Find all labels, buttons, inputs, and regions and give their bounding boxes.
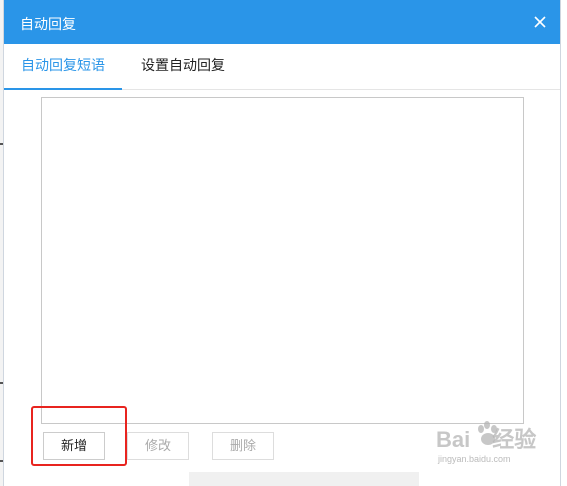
close-icon: [534, 16, 546, 28]
dialog-title: 自动回复: [20, 17, 76, 33]
edit-button[interactable]: 修改: [127, 432, 189, 460]
phrase-list[interactable]: [41, 97, 524, 424]
tab-set-auto-reply[interactable]: 设置自动回复: [128, 44, 238, 88]
new-button[interactable]: 新增: [43, 432, 105, 460]
tab-auto-reply-phrases[interactable]: 自动回复短语: [4, 44, 122, 90]
auto-reply-dialog: 自动回复 自动回复短语 设置自动回复 新增 修改 删除: [3, 0, 561, 486]
delete-button[interactable]: 删除: [212, 432, 274, 460]
close-button[interactable]: [526, 8, 554, 36]
dialog-titlebar: 自动回复: [4, 0, 560, 44]
background-text-strip: [189, 472, 419, 486]
dialog-tabs: 自动回复短语 设置自动回复: [4, 44, 560, 90]
